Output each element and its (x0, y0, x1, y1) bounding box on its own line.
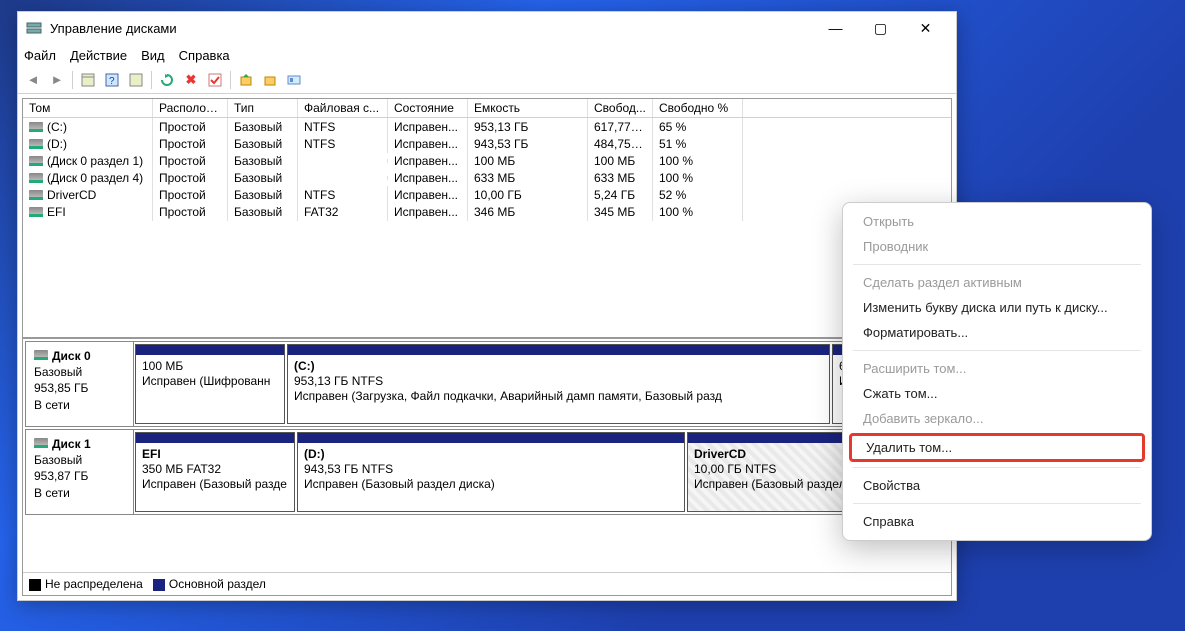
table-row[interactable]: EFIПростойБазовыйFAT32Исправен...346 МБ3… (23, 203, 951, 220)
partition[interactable]: 100 МБИсправен (Шифрованн (135, 344, 285, 424)
menu-view[interactable]: Вид (141, 48, 165, 63)
toolbar-icon[interactable] (235, 69, 257, 91)
back-button[interactable]: ◄ (22, 69, 44, 91)
toolbar-icon[interactable] (259, 69, 281, 91)
cm-delete-volume[interactable]: Удалить том... (849, 433, 1145, 462)
cm-help[interactable]: Справка (843, 509, 1151, 534)
volume-icon (29, 122, 43, 132)
table-row[interactable]: DriverCDПростойБазовыйNTFSИсправен...10,… (23, 186, 951, 203)
col-free[interactable]: Свобод... (588, 99, 653, 117)
cm-properties[interactable]: Свойства (843, 473, 1151, 498)
col-freepct[interactable]: Свободно % (653, 99, 743, 117)
partition[interactable]: EFI350 МБ FAT32Исправен (Базовый разде (135, 432, 295, 512)
forward-button[interactable]: ► (46, 69, 68, 91)
legend-swatch-unallocated (29, 579, 41, 591)
toolbar-icon[interactable] (283, 69, 305, 91)
cm-format[interactable]: Форматировать... (843, 320, 1151, 345)
cm-shrink[interactable]: Сжать том... (843, 381, 1151, 406)
legend: Не распределена Основной раздел (23, 572, 951, 595)
disk-icon (34, 438, 48, 448)
volume-icon (29, 139, 43, 149)
disk-mgmt-window: Управление дисками — ▢ ✕ Файл Действие В… (17, 11, 957, 601)
close-button[interactable]: ✕ (903, 13, 948, 43)
refresh-icon[interactable] (156, 69, 178, 91)
volume-icon (29, 156, 43, 166)
cm-open[interactable]: Открыть (843, 209, 1151, 234)
disk-header[interactable]: Диск 1 Базовый 953,87 ГБ В сети (26, 430, 134, 514)
disk-row: Диск 1 Базовый 953,87 ГБ В сети EFI350 М… (25, 429, 949, 515)
cm-add-mirror[interactable]: Добавить зеркало... (843, 406, 1151, 431)
minimize-button[interactable]: — (813, 13, 858, 43)
menu-file[interactable]: Файл (24, 48, 56, 63)
menu-action[interactable]: Действие (70, 48, 127, 63)
table-header[interactable]: Том Располож... Тип Файловая с... Состоя… (23, 99, 951, 118)
check-icon[interactable] (204, 69, 226, 91)
window-title: Управление дисками (50, 21, 813, 36)
menubar: Файл Действие Вид Справка (18, 44, 956, 66)
volume-icon (29, 207, 43, 217)
cm-make-active[interactable]: Сделать раздел активным (843, 270, 1151, 295)
table-row[interactable]: (D:)ПростойБазовыйNTFSИсправен...943,53 … (23, 135, 951, 152)
disk-row: Диск 0 Базовый 953,85 ГБ В сети 100 МБИс… (25, 341, 949, 427)
partition[interactable]: (D:)943,53 ГБ NTFSИсправен (Базовый разд… (297, 432, 685, 512)
disk-header[interactable]: Диск 0 Базовый 953,85 ГБ В сети (26, 342, 134, 426)
volume-icon (29, 173, 43, 183)
context-menu: Открыть Проводник Сделать раздел активны… (842, 202, 1152, 541)
maximize-button[interactable]: ▢ (858, 13, 903, 43)
col-type[interactable]: Тип (228, 99, 298, 117)
delete-icon[interactable]: ✖ (180, 69, 202, 91)
volume-icon (29, 190, 43, 200)
col-volume[interactable]: Том (23, 99, 153, 117)
legend-swatch-primary (153, 579, 165, 591)
disk-graphical-view: Диск 0 Базовый 953,85 ГБ В сети 100 МБИс… (23, 339, 951, 572)
partition[interactable]: (C:)953,13 ГБ NTFSИсправен (Загрузка, Фа… (287, 344, 830, 424)
cm-change-letter[interactable]: Изменить букву диска или путь к диску... (843, 295, 1151, 320)
svg-text:?: ? (109, 76, 115, 87)
col-layout[interactable]: Располож... (153, 99, 228, 117)
col-status[interactable]: Состояние (388, 99, 468, 117)
col-filesystem[interactable]: Файловая с... (298, 99, 388, 117)
help-icon[interactable]: ? (101, 69, 123, 91)
volume-list[interactable]: Том Располож... Тип Файловая с... Состоя… (23, 99, 951, 339)
toolbar-icon[interactable] (77, 69, 99, 91)
titlebar[interactable]: Управление дисками — ▢ ✕ (18, 12, 956, 44)
disk-icon (34, 350, 48, 360)
menu-help[interactable]: Справка (179, 48, 230, 63)
app-icon (26, 20, 42, 36)
toolbar: ◄ ► ? ✖ (18, 66, 956, 94)
toolbar-icon[interactable] (125, 69, 147, 91)
cm-explorer[interactable]: Проводник (843, 234, 1151, 259)
table-row[interactable]: (Диск 0 раздел 4)ПростойБазовыйИсправен.… (23, 169, 951, 186)
table-row[interactable]: (Диск 0 раздел 1)ПростойБазовыйИсправен.… (23, 152, 951, 169)
col-capacity[interactable]: Емкость (468, 99, 588, 117)
table-row[interactable]: (C:)ПростойБазовыйNTFSИсправен...953,13 … (23, 118, 951, 135)
cm-extend[interactable]: Расширить том... (843, 356, 1151, 381)
